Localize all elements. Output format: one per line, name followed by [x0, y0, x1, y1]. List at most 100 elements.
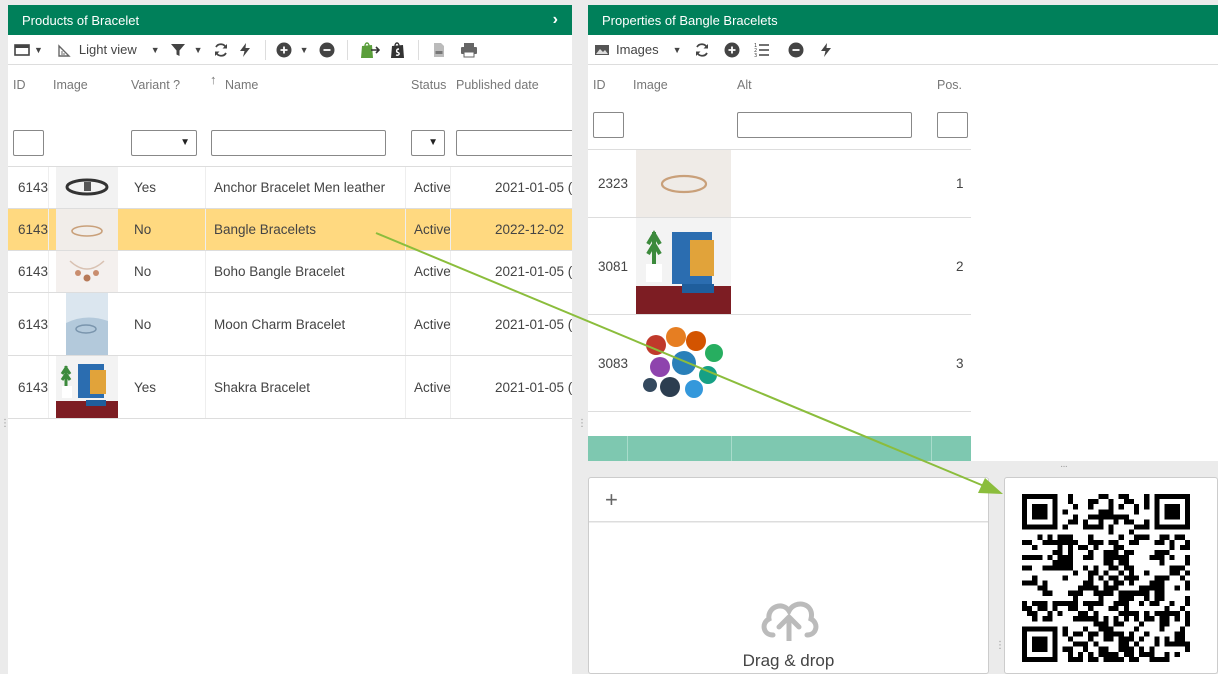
- vertical-splitter-handle[interactable]: ⋮: [577, 418, 587, 429]
- cell-variant: No: [134, 316, 152, 332]
- remove-button[interactable]: [317, 38, 337, 62]
- cell-id: 6143: [18, 379, 49, 395]
- caret-down-icon: ▼: [672, 44, 682, 55]
- table-row[interactable]: 2323 1: [588, 150, 971, 218]
- svg-text:3: 3: [754, 53, 757, 58]
- column-header-status[interactable]: Status: [411, 78, 446, 92]
- cell-id: 3083: [598, 355, 629, 371]
- cell-id: 6143: [18, 222, 49, 237]
- column-header-image[interactable]: Image: [633, 78, 668, 92]
- filter-position-input[interactable]: [937, 112, 968, 138]
- filter-name-input[interactable]: [211, 130, 386, 156]
- left-panel-title: Products of Bracelet: [22, 12, 140, 28]
- vertical-splitter-handle[interactable]: ⋮: [0, 418, 10, 429]
- cell-position: 1: [956, 176, 964, 191]
- cell-position: 3: [956, 355, 964, 371]
- image-icon: [595, 44, 609, 55]
- table-row[interactable]: 6143 Yes Anchor Bracelet Men leather Active…: [8, 167, 572, 209]
- refresh-button[interactable]: [211, 38, 231, 62]
- chevron-down-icon: ▼: [180, 137, 190, 148]
- column-header-alt[interactable]: Alt: [737, 78, 752, 92]
- caret-down-icon: ▼: [150, 44, 160, 55]
- light-view-label: Light view: [78, 42, 137, 57]
- cell-published-date: 2021-01-05 (: [495, 316, 572, 332]
- add-button[interactable]: [722, 38, 742, 62]
- lightning-icon: [820, 42, 831, 57]
- shopify-sync-button[interactable]: [358, 38, 380, 62]
- remove-circle-icon: [788, 42, 804, 57]
- right-panel-header: Properties of Bangle Bracelets: [588, 5, 1218, 35]
- pdf-icon: [433, 42, 444, 57]
- cell-variant: Yes: [134, 180, 157, 195]
- cell-id: 6143: [18, 316, 49, 332]
- product-thumbnail: [56, 251, 118, 292]
- column-header-variant[interactable]: Variant ?: [131, 78, 180, 92]
- filter-variant-select[interactable]: ▼: [131, 130, 197, 156]
- table-row[interactable]: 6143 No Boho Bangle Bracelet Active 2021-01-…: [8, 251, 572, 293]
- images-view-dropdown[interactable]: Images ▼: [594, 38, 682, 62]
- table-row[interactable]: 6143 No Bangle Bracelets Active 2022-12-02: [8, 209, 572, 251]
- chevron-right-icon[interactable]: ›: [553, 11, 558, 29]
- quick-action-button[interactable]: [235, 38, 255, 62]
- grid-footer: [588, 436, 971, 461]
- print-button[interactable]: [459, 38, 479, 62]
- product-image-thumbnail: [636, 150, 731, 217]
- images-grid: ID Image Alt Pos. 2323 1 3081 2 3083 3: [588, 65, 1218, 461]
- quick-action-button[interactable]: [816, 38, 836, 62]
- right-toolbar: Images ▼ 123: [588, 35, 1218, 65]
- filter-button[interactable]: ▼: [170, 38, 203, 62]
- remove-button[interactable]: [786, 38, 806, 62]
- cell-status: Active: [414, 180, 451, 195]
- pdf-button[interactable]: [429, 38, 449, 62]
- cell-status: Active: [414, 316, 451, 332]
- drag-drop-label: Drag & drop: [742, 651, 835, 670]
- shopify-button[interactable]: [388, 38, 408, 62]
- qr-code-icon[interactable]: [1022, 494, 1190, 662]
- cell-id: 6143: [18, 264, 49, 279]
- table-row[interactable]: 6143 No Moon Charm Bracelet Active 2021-01-0…: [8, 293, 572, 356]
- shopify-bag-icon: [390, 41, 404, 58]
- filter-status-select[interactable]: ▼: [411, 130, 445, 156]
- images-view-label: Images: [616, 42, 659, 57]
- cloud-upload-icon: [761, 601, 819, 641]
- refresh-icon: [695, 42, 708, 57]
- drop-zone[interactable]: Drag & drop: [589, 522, 988, 673]
- products-grid: ID Image Variant ? ↑ Name Status Publish…: [8, 65, 572, 674]
- product-thumbnail: [56, 167, 118, 208]
- column-header-id[interactable]: ID: [13, 78, 26, 92]
- filter-published-input[interactable]: [456, 130, 572, 156]
- horizontal-splitter-handle[interactable]: ···: [1060, 461, 1068, 472]
- refresh-button[interactable]: [692, 38, 712, 62]
- grid-layout-icon: [14, 43, 30, 56]
- column-header-name[interactable]: Name: [225, 78, 258, 92]
- cell-published-date: 2021-01-05 (: [495, 264, 572, 279]
- toolbar-divider: [346, 39, 348, 60]
- list-order-icon: 123: [754, 43, 769, 58]
- reorder-button[interactable]: 123: [752, 38, 772, 62]
- column-header-id[interactable]: ID: [593, 78, 606, 92]
- cell-name: Shakra Bracelet: [214, 379, 311, 395]
- filter-alt-input[interactable]: [737, 112, 912, 138]
- cell-id: 6143: [18, 180, 49, 195]
- refresh-icon: [214, 42, 227, 57]
- plus-icon[interactable]: +: [605, 488, 618, 511]
- cell-status: Active: [414, 264, 451, 279]
- column-header-published-date[interactable]: Published date: [456, 78, 539, 92]
- product-thumbnail: [56, 209, 118, 250]
- left-panel-header: Products of Bracelet ›: [8, 5, 572, 35]
- table-row[interactable]: 6143 Yes Shakra Bracelet Active 2021-01-05 (: [8, 356, 572, 419]
- vertical-splitter-handle[interactable]: ⋮: [995, 640, 1005, 651]
- table-row[interactable]: 3083 3: [588, 315, 971, 412]
- grid-layout-button[interactable]: ▼: [14, 38, 43, 62]
- add-button[interactable]: ▼: [276, 38, 309, 62]
- add-circle-icon: [724, 42, 740, 57]
- table-row[interactable]: 3081 2: [588, 218, 971, 315]
- column-header-position[interactable]: Pos.: [937, 78, 962, 92]
- sort-ascending-icon: ↑: [210, 72, 217, 87]
- add-circle-icon: [276, 42, 292, 57]
- column-header-image[interactable]: Image: [53, 78, 88, 92]
- remove-circle-icon: [319, 42, 334, 57]
- filter-id-input[interactable]: [593, 112, 624, 138]
- light-view-dropdown[interactable]: Light view ▼: [57, 38, 160, 62]
- filter-id-input[interactable]: [13, 130, 44, 156]
